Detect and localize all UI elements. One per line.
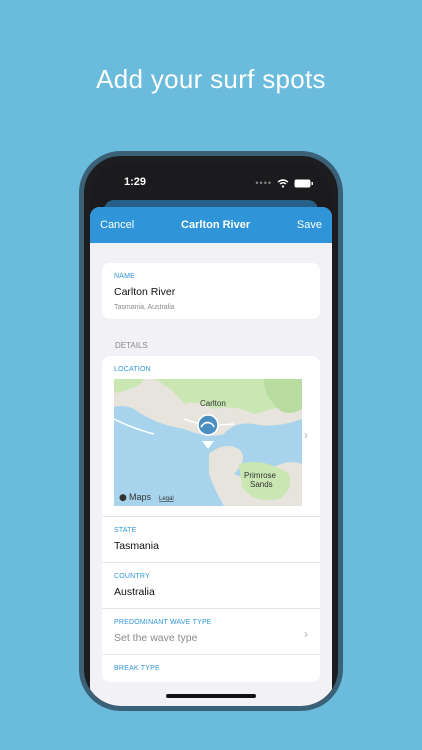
apple-logo-icon: ● xyxy=(119,493,127,503)
nav-title: Carlton River xyxy=(181,219,251,231)
wave-type-label: PREDOMINANT WAVE TYPE xyxy=(114,619,212,626)
map-graphic: Carlton Primrose Sands ● Maps Legal xyxy=(114,379,302,506)
name-subtitle: Tasmania, Australia xyxy=(114,304,175,311)
maps-legal[interactable]: Legal xyxy=(159,496,174,502)
country-row[interactable]: COUNTRY Australia xyxy=(102,563,320,609)
maps-brand: Maps xyxy=(129,492,152,502)
wave-type-row[interactable]: PREDOMINANT WAVE TYPE Set the wave type … xyxy=(102,609,320,655)
battery-icon xyxy=(294,179,313,187)
country-label: COUNTRY xyxy=(114,573,150,580)
location-row[interactable]: LOCATION Carlton Primrose Sands ● Maps L… xyxy=(102,356,320,517)
map-label-primrose: Primrose xyxy=(244,471,277,480)
name-label: NAME xyxy=(114,273,136,280)
edit-spot-sheet: Cancel Carlton River Save NAME Carlton R… xyxy=(90,207,332,706)
status-icons: •••• xyxy=(255,178,314,188)
state-value[interactable]: Tasmania xyxy=(114,540,308,552)
name-value[interactable]: Carlton River xyxy=(114,286,308,298)
map-label-carlton: Carlton xyxy=(200,399,226,408)
nav-bar: Cancel Carlton River Save xyxy=(90,207,332,243)
status-bar: 1:29 •••• xyxy=(90,176,332,192)
phone-screen: 1:29 •••• Cancel Carlton River Save NAME… xyxy=(90,162,332,706)
country-value[interactable]: Australia xyxy=(114,586,308,598)
break-type-row[interactable]: BREAK TYPE xyxy=(102,655,320,682)
location-label: LOCATION xyxy=(114,366,151,373)
save-button[interactable]: Save xyxy=(297,219,322,231)
location-chevron-icon: › xyxy=(304,428,308,442)
details-header: DETAILS xyxy=(115,341,148,350)
break-type-label: BREAK TYPE xyxy=(114,665,160,672)
wave-type-placeholder[interactable]: Set the wave type xyxy=(114,632,308,644)
details-card: LOCATION Carlton Primrose Sands ● Maps L… xyxy=(102,356,320,682)
state-row[interactable]: STATE Tasmania xyxy=(102,517,320,563)
phone-frame: 1:29 •••• Cancel Carlton River Save NAME… xyxy=(79,151,343,711)
headline: Add your surf spots xyxy=(96,64,326,94)
status-time: 1:29 xyxy=(124,176,147,188)
map-label-sands: Sands xyxy=(250,480,273,489)
name-card[interactable]: NAME Carlton River Tasmania, Australia xyxy=(102,263,320,319)
state-label: STATE xyxy=(114,527,137,534)
home-indicator xyxy=(166,694,256,698)
location-map[interactable]: Carlton Primrose Sands ● Maps Legal xyxy=(114,379,302,506)
cancel-button[interactable]: Cancel xyxy=(100,219,134,231)
wave-type-chevron-icon: › xyxy=(304,627,308,641)
wifi-icon xyxy=(277,178,289,188)
signal-icon: •••• xyxy=(255,178,272,188)
